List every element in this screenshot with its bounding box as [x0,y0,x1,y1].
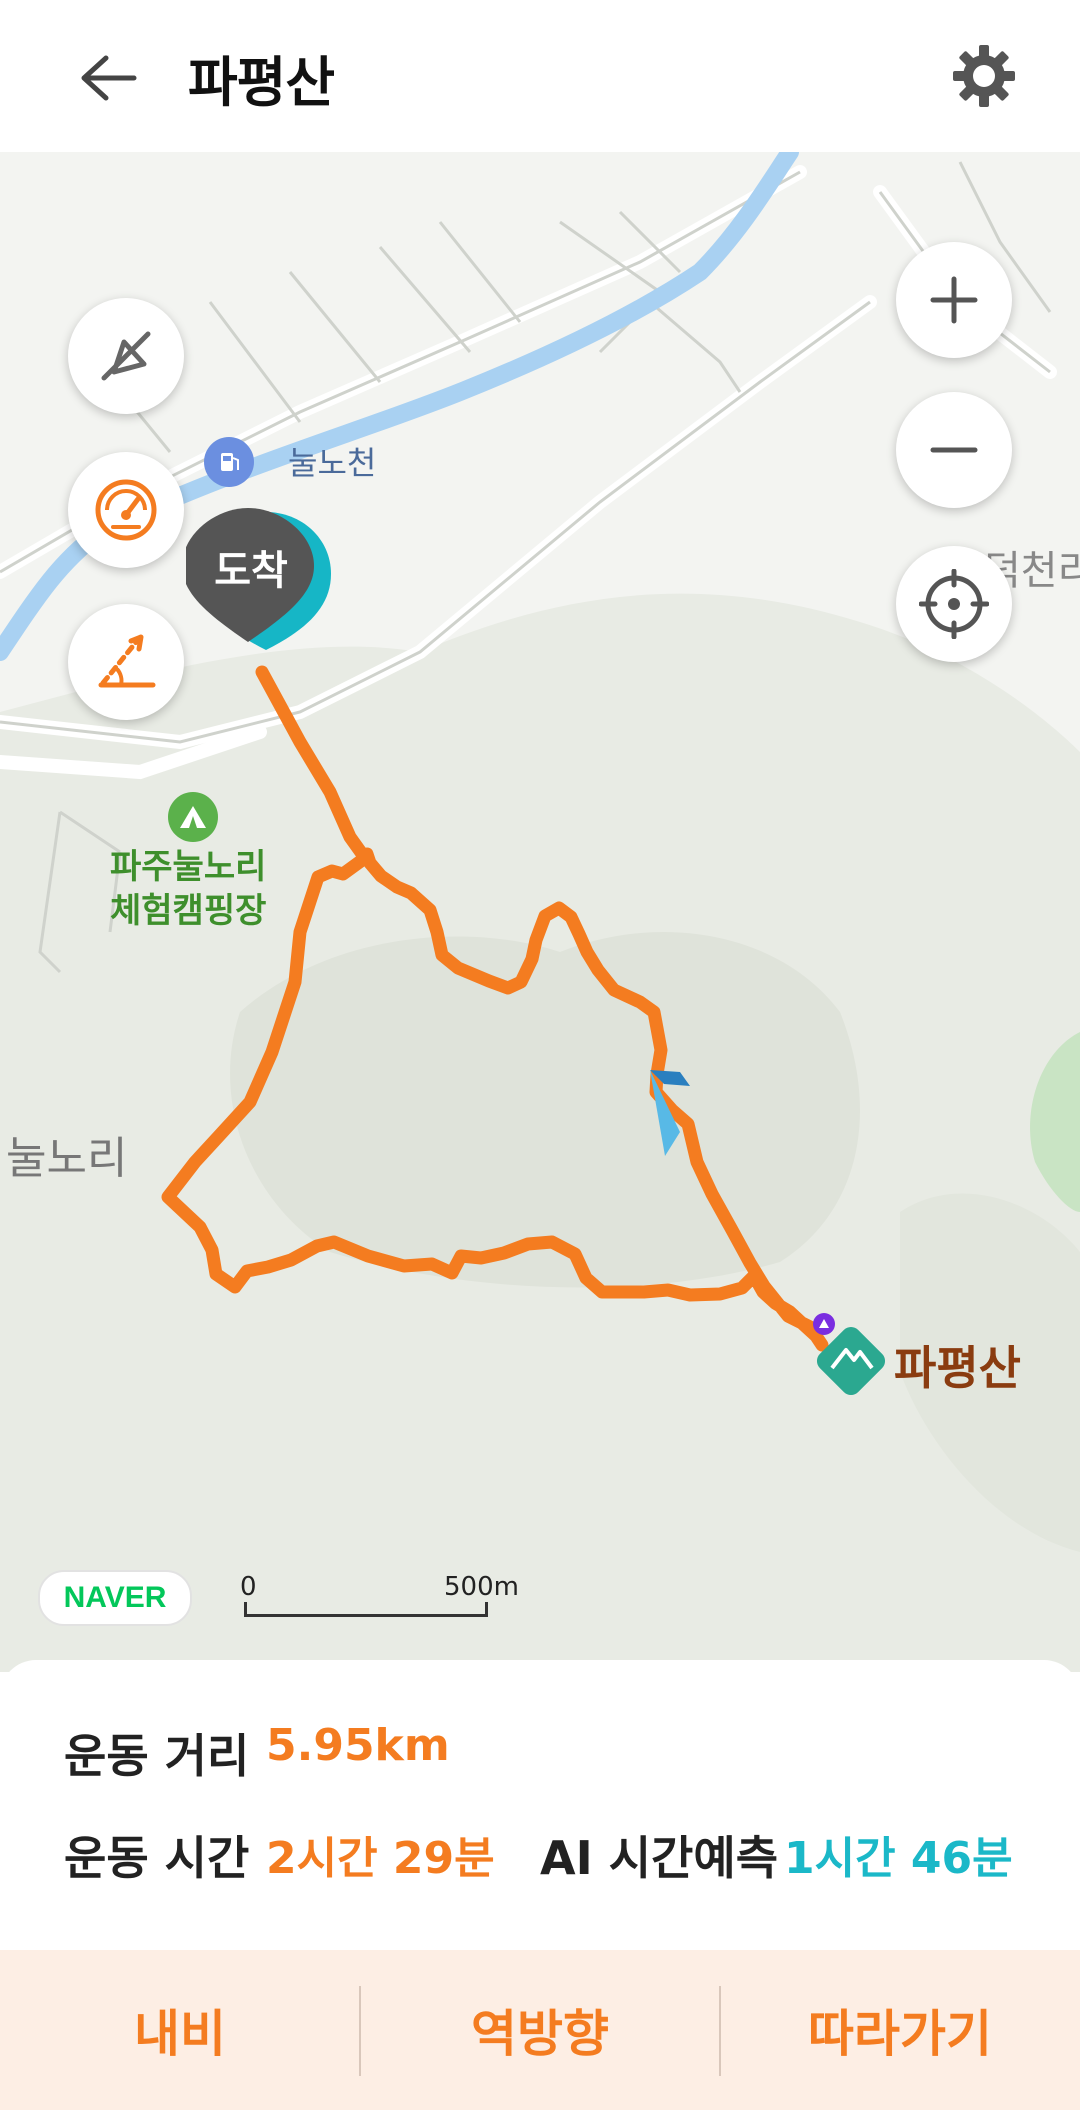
arrow-left-icon [81,55,137,101]
mountain-marker[interactable] [810,1312,890,1402]
map-view[interactable]: 도착 눌노천 눌노리 파주눌노리 체험캠핑장 덕천리 파평산 NAVER 0 5… [0,152,1080,1672]
back-button[interactable] [70,40,146,116]
camp-label-line1: 파주눌노리 [110,847,267,887]
follow-button[interactable]: 따라가기 [720,1950,1080,2110]
my-location-button[interactable] [896,546,1012,662]
settings-button[interactable] [944,36,1024,116]
distance-label: 운동 거리 [64,1729,250,1783]
crosshair-icon [919,569,989,639]
scale-start-label: 0 [240,1572,257,1602]
camp-label: 파주눌노리 체험캠핑장 [110,845,266,933]
navi-button[interactable]: 내비 [0,1950,360,2110]
arrival-pin[interactable]: 도착 [186,482,336,682]
camping-icon [168,792,218,842]
page-title: 파평산 [188,51,335,114]
camp-label-line2: 체험캠핑장 [110,891,267,931]
ai-time-value: 1시간 46분 [784,1833,1013,1884]
route-info-panel: 운동 거리 5.95km 운동 시간 2시간 29분 AI 시간예측 1시간 4… [0,1660,1080,1950]
scale-end-label: 500m [444,1572,519,1602]
zoom-in-button[interactable] [896,242,1012,358]
minus-icon [930,447,978,453]
divider [359,1986,361,2076]
gear-icon [953,45,1015,107]
mountain-label: 파평산 [894,1341,1021,1395]
stream-label: 눌노천 [288,444,377,482]
reverse-button[interactable]: 역방향 [360,1950,720,2110]
speed-button[interactable] [68,452,184,568]
mountain-icon [813,1313,886,1396]
naver-logo: NAVER [38,1570,192,1626]
divider [719,1986,721,2076]
village-label: 눌노리 [6,1133,128,1184]
ai-time-label: AI 시간예측 [540,1831,779,1885]
compass-toggle-button[interactable] [68,298,184,414]
slope-icon [98,634,156,688]
time-label: 운동 시간 [64,1831,250,1885]
speedometer-icon [95,479,157,541]
compass-off-icon [101,331,151,381]
distance-value: 5.95km [266,1720,450,1771]
arrival-label: 도착 [214,548,288,594]
gas-station-icon [204,437,254,487]
zoom-out-button[interactable] [896,392,1012,508]
time-value: 2시간 29분 [266,1833,495,1884]
top-bar: 파평산 [0,0,1080,152]
slope-button[interactable] [68,604,184,720]
plus-icon [930,276,978,324]
scale-bar [244,1602,488,1617]
action-bar: 내비 역방향 따라가기 [0,1950,1080,2110]
